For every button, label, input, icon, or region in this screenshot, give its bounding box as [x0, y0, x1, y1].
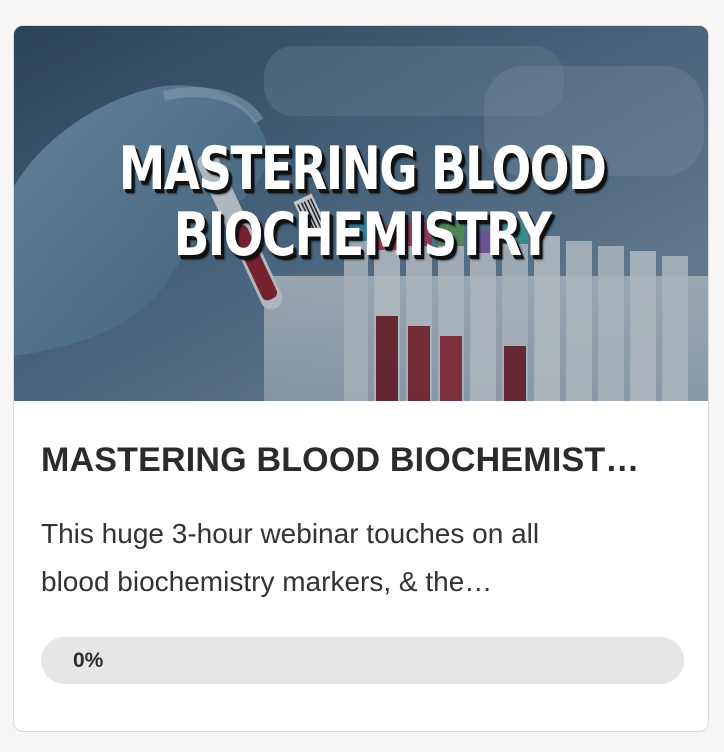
course-title[interactable]: MASTERING BLOOD BIOCHEMIST… — [41, 438, 686, 482]
course-description: This huge 3-hour webinar touches on all … — [41, 510, 681, 606]
progress-bar: 0% — [41, 637, 684, 684]
thumbnail-title-line-2: BIOCHEMISTRY — [173, 200, 552, 270]
course-thumbnail[interactable]: MASTERING BLOOD BIOCHEMISTRY — [14, 26, 708, 401]
course-card[interactable]: MASTERING BLOOD BIOCHEMISTRY MASTERING B… — [13, 25, 709, 732]
thumbnail-title-line-1: MASTERING BLOOD — [118, 134, 607, 204]
course-description-line-1: This huge 3-hour webinar touches on all — [41, 518, 540, 549]
thumbnail-title: MASTERING BLOOD BIOCHEMISTRY — [91, 136, 634, 268]
course-description-line-2: blood biochemistry markers, & the… — [41, 566, 493, 597]
progress-label: 0% — [73, 649, 104, 672]
